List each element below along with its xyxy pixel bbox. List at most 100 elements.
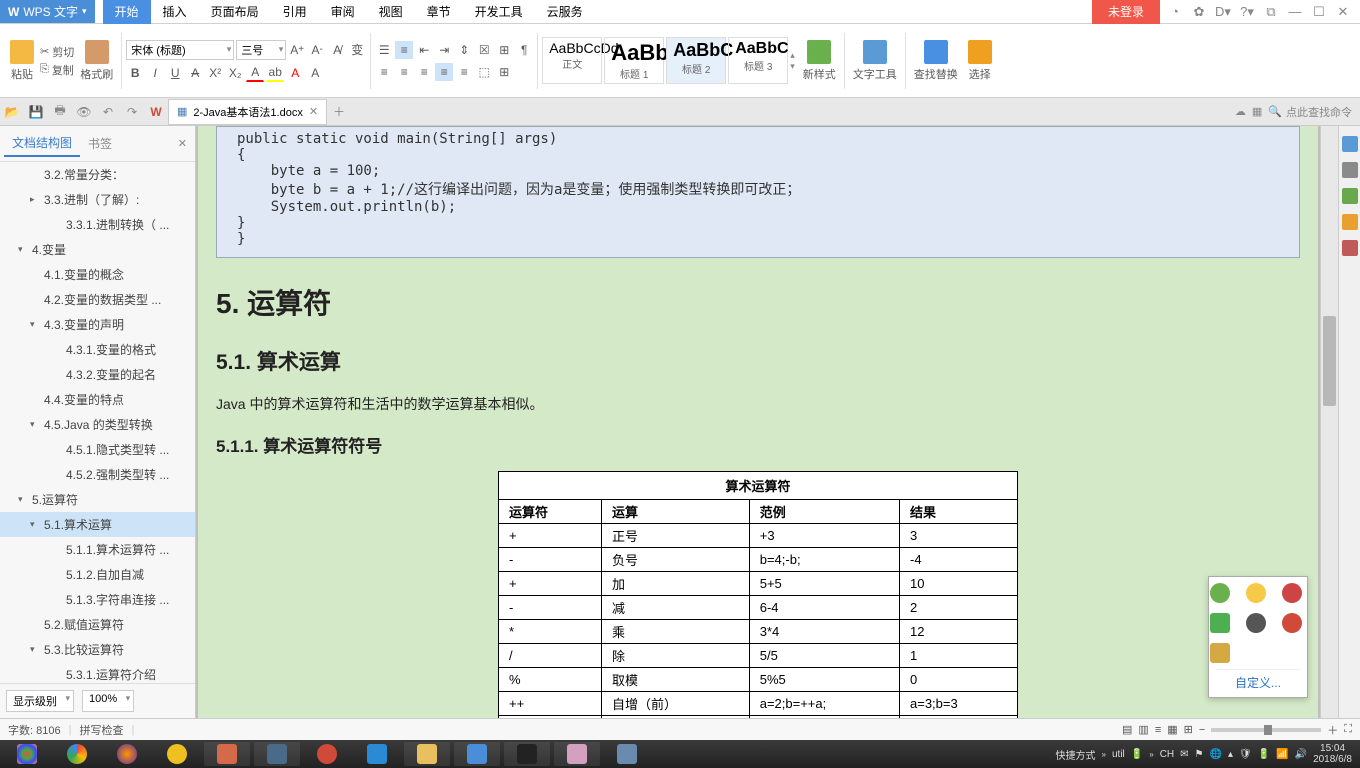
tray-battery-icon[interactable]: 🔋 (1258, 749, 1270, 760)
outline-item[interactable]: 5.1.1.算术运算符 ... (0, 537, 195, 562)
bookmark-tab[interactable]: 书签 (80, 131, 120, 156)
outline-item[interactable]: ▾5.1.算术运算 (0, 512, 195, 537)
outline-item[interactable]: 5.1.3.字符串连接 ... (0, 587, 195, 612)
gear-icon[interactable]: ✿ (1190, 3, 1208, 21)
menu-tab-references[interactable]: 引用 (271, 0, 319, 24)
italic-button[interactable]: I (146, 64, 164, 82)
video-taskbar-icon[interactable] (354, 742, 400, 766)
text-tool-button[interactable]: 文字工具 (849, 38, 901, 84)
fullscreen-icon[interactable]: ⛶ (1344, 723, 1352, 736)
outline-item[interactable]: 4.2.变量的数据类型 ... (0, 287, 195, 312)
music-taskbar-icon[interactable] (304, 742, 350, 766)
view-mode-1-icon[interactable]: ▤ (1122, 723, 1132, 736)
vertical-scrollbar[interactable] (1320, 126, 1338, 718)
notes-taskbar-icon[interactable] (204, 742, 250, 766)
skin-icon[interactable]: ◔ (1166, 3, 1184, 21)
menu-tab-view[interactable]: 视图 (367, 0, 415, 24)
outline-item[interactable]: 4.4.变量的特点 (0, 387, 195, 412)
chrome-taskbar-icon[interactable] (54, 742, 100, 766)
maximize-icon[interactable]: ☐ (1310, 3, 1328, 21)
cmd-taskbar-icon[interactable] (504, 742, 550, 766)
outline-item[interactable]: 4.5.2.强制类型转 ... (0, 462, 195, 487)
print-icon[interactable]: 🖶 (50, 102, 70, 122)
highlight-button[interactable]: ab (266, 64, 284, 82)
shortcut-label[interactable]: 快捷方式 (1056, 747, 1096, 762)
tray-mail-icon[interactable]: ✉ (1180, 749, 1188, 760)
tray-wifi-icon[interactable]: 📶 (1276, 749, 1288, 760)
outline-item[interactable]: ▾4.5.Java 的类型转换 (0, 412, 195, 437)
outline-item[interactable]: ▾4.变量 (0, 237, 195, 262)
outline-item[interactable]: 4.3.2.变量的起名 (0, 362, 195, 387)
phonetic-icon[interactable]: 变 (348, 41, 366, 59)
doc-close-icon[interactable]: ✕ (309, 105, 318, 118)
tray-up-icon[interactable]: ▴ (1228, 749, 1233, 760)
undo-icon[interactable]: ↶ (98, 102, 118, 122)
align-right-button[interactable]: ≡ (415, 63, 433, 81)
font-color2-button[interactable]: A (286, 64, 304, 82)
tray-volume-icon[interactable]: 🔊 (1295, 749, 1307, 760)
tray-flag-icon[interactable]: ⚑ (1195, 749, 1204, 760)
active-document-tab[interactable]: ▦ 2-Java基本语法1.docx ✕ (168, 99, 327, 125)
open-icon[interactable]: 📂 (2, 102, 22, 122)
font-shrink-icon[interactable]: A- (308, 41, 326, 59)
font-size-combo[interactable]: 三号 (236, 40, 286, 60)
wps-taskbar-icon[interactable] (454, 742, 500, 766)
align-center-button[interactable]: ≡ (395, 63, 413, 81)
camera-taskbar-icon[interactable] (254, 742, 300, 766)
outline-item[interactable]: 4.5.1.隐式类型转 ... (0, 437, 195, 462)
command-search[interactable]: 🔍 点此查找命令 (1268, 104, 1352, 120)
find-replace-button[interactable]: 查找替换 (910, 38, 962, 84)
bold-button[interactable]: B (126, 64, 144, 82)
subscript-button[interactable]: X₂ (226, 64, 244, 82)
view-mode-2-icon[interactable]: ▥ (1138, 723, 1148, 736)
question-icon[interactable]: ?▾ (1238, 3, 1256, 21)
minimize-icon[interactable]: — (1286, 3, 1304, 21)
clear-format-icon[interactable]: A̸ (328, 41, 346, 59)
underline-button[interactable]: U (166, 64, 184, 82)
tray-app-3[interactable] (1282, 583, 1302, 603)
new-style-button[interactable]: 新样式 (799, 38, 840, 84)
tray-app-1[interactable] (1210, 583, 1230, 603)
login-button[interactable]: 未登录 (1092, 0, 1160, 24)
bullets-button[interactable]: ☰ (375, 41, 393, 59)
tray-net-icon[interactable]: 🌐 (1210, 749, 1222, 760)
menu-tab-devtools[interactable]: 开发工具 (463, 0, 535, 24)
save-icon[interactable]: 💾 (26, 102, 46, 122)
firefox-taskbar-icon[interactable] (104, 742, 150, 766)
style-heading1[interactable]: AaBb标题 1 (604, 37, 664, 84)
copy-button[interactable]: ⎘复制 (40, 62, 74, 78)
style-heading2[interactable]: AaBbC标题 2 (666, 37, 726, 84)
zoom-out-icon[interactable]: − (1199, 724, 1205, 736)
menu-tab-section[interactable]: 章节 (415, 0, 463, 24)
help-dropdown-icon[interactable]: D▾ (1214, 3, 1232, 21)
outline-item[interactable]: 4.1.变量的概念 (0, 262, 195, 287)
taskbar-clock[interactable]: 15:04 2018/6/8 (1313, 743, 1352, 765)
side-tool-1[interactable] (1342, 136, 1358, 152)
util-label[interactable]: util (1112, 749, 1125, 760)
menu-tab-insert[interactable]: 插入 (151, 0, 199, 24)
outline-item[interactable]: ▾5.运算符 (0, 487, 195, 512)
outline-item[interactable]: 5.2.赋值运算符 (0, 612, 195, 637)
font-family-combo[interactable]: 宋体 (标题) (126, 40, 234, 60)
close-icon[interactable]: ✕ (1334, 3, 1352, 21)
zoom-slider[interactable] (1211, 728, 1321, 732)
indent-button[interactable]: ⇥ (435, 41, 453, 59)
style-heading3[interactable]: AaBbC标题 3 (728, 37, 788, 84)
show-marks-button[interactable]: ¶ (515, 41, 533, 59)
grid-icon[interactable]: ▦ (1252, 105, 1262, 118)
outline-item[interactable]: 5.1.2.自加自减 (0, 562, 195, 587)
style-normal[interactable]: AaBbCcDd正文 (542, 37, 602, 84)
tray-app-4[interactable] (1210, 613, 1230, 633)
cut-button[interactable]: ✂剪切 (40, 44, 74, 60)
paint-taskbar-icon[interactable] (554, 742, 600, 766)
view-mode-4-icon[interactable]: ▦ (1167, 723, 1177, 736)
chat-taskbar-icon[interactable] (154, 742, 200, 766)
align-left-button[interactable]: ≡ (375, 63, 393, 81)
superscript-button[interactable]: X² (206, 64, 224, 82)
restore-icon[interactable]: ⧉ (1262, 3, 1280, 21)
align-justify-button[interactable]: ≡ (435, 63, 453, 81)
menu-tab-layout[interactable]: 页面布局 (199, 0, 271, 24)
sidebar-zoom-combo[interactable]: 100% (82, 690, 134, 712)
side-tool-2[interactable] (1342, 162, 1358, 178)
tab-button[interactable]: ⊞ (495, 41, 513, 59)
